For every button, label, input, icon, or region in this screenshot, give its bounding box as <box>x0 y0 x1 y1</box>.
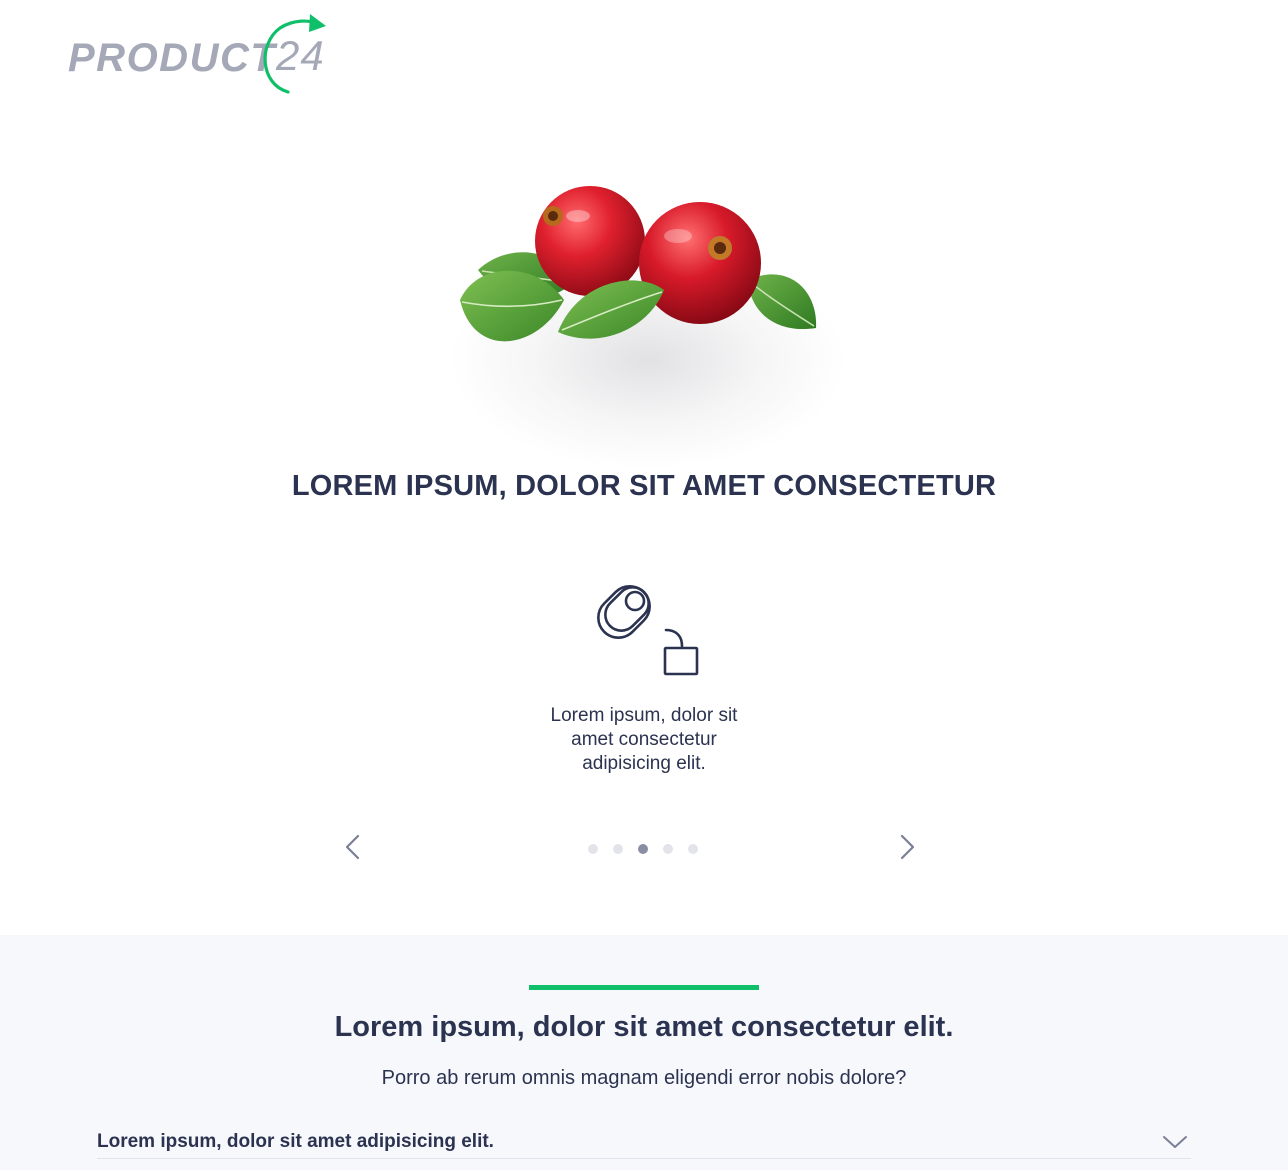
section-subtitle: Porro ab rerum omnis magnam eligendi err… <box>381 1067 907 1089</box>
faq-question: Lorem ipsum, dolor sit amet adipisicing … <box>97 1131 494 1152</box>
logo[interactable]: PRODUCT 24 <box>66 14 336 96</box>
carousel-dot-4[interactable] <box>663 844 673 854</box>
carousel-dot-1[interactable] <box>588 844 598 854</box>
faq-item[interactable]: Lorem ipsum, dolor sit amet adipisicing … <box>97 1131 1191 1159</box>
hero-headline: LOREM IPSUM, DOLOR SIT AMET CONSECTETUR <box>291 470 997 502</box>
section-accent-line <box>529 985 759 990</box>
step-text-line: adipisicing elit. <box>582 753 706 774</box>
chevron-right-icon[interactable] <box>892 832 922 862</box>
carousel-dot-5[interactable] <box>688 844 698 854</box>
carousel-dots <box>588 844 698 854</box>
hero-product-image <box>378 150 910 470</box>
step-text-line: amet consectetur <box>571 729 717 750</box>
carousel-step-text: Lorem ipsum, dolor sit amet consectetur … <box>494 704 794 776</box>
chevron-left-icon[interactable] <box>338 832 368 862</box>
cranberries-illustration <box>460 186 817 342</box>
chevron-down-icon <box>1163 1136 1187 1148</box>
logo-number: 24 <box>276 32 325 79</box>
logo-wordmark: PRODUCT <box>68 36 277 80</box>
step-text-line: Lorem ipsum, dolor sit <box>550 705 738 726</box>
info-section: Lorem ipsum, dolor sit amet consectetur … <box>0 935 1288 1170</box>
carousel-dot-3[interactable] <box>638 844 648 854</box>
section-title: Lorem ipsum, dolor sit amet consectetur … <box>334 1011 954 1043</box>
pill-drop-into-box-icon <box>597 585 699 676</box>
page: PRODUCT 24 LOREM IPSUM, DOLOR SIT AMET C… <box>0 0 1288 1170</box>
carousel-dot-2[interactable] <box>613 844 623 854</box>
